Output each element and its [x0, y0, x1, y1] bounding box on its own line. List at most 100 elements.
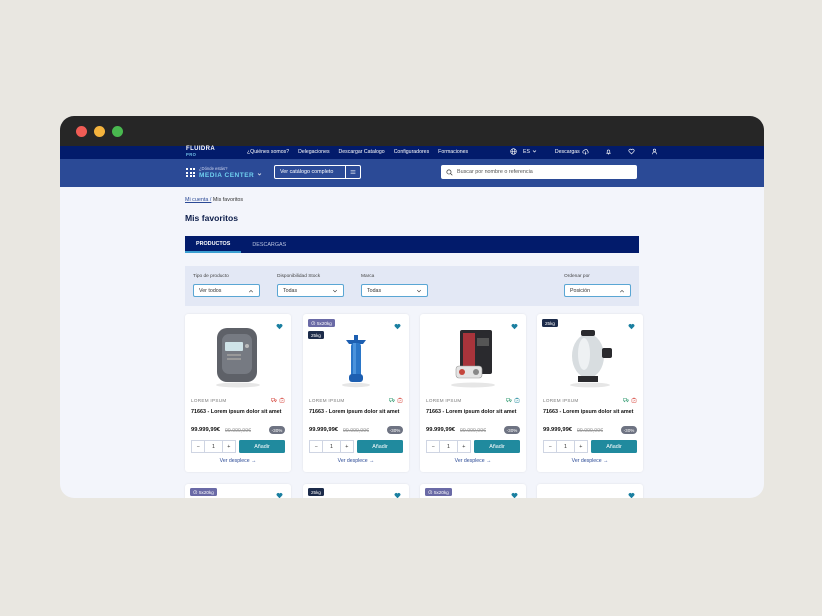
product-type-select[interactable]: Ver todos [193, 284, 260, 297]
store-icon [279, 397, 285, 403]
bell-icon[interactable] [605, 148, 612, 155]
add-to-cart-button[interactable]: Añadir [239, 440, 285, 453]
brand-select[interactable]: Todas [361, 284, 428, 297]
product-name[interactable]: 71663 - Lorem ipsum dolor sit amet [191, 408, 285, 416]
pack-badge: 5x20kg [190, 488, 217, 496]
favorite-heart-icon[interactable] [511, 323, 518, 330]
view-more-link[interactable]: Ver desplece → [420, 458, 526, 464]
nav-link-delegations[interactable]: Delegaciones [298, 149, 329, 155]
product-price: 99.999,99€ [543, 427, 573, 433]
product-name[interactable]: 71663 - Lorem ipsum dolor sit amet [426, 408, 520, 416]
product-name[interactable]: 71663 - Lorem ipsum dolor sit amet [309, 408, 403, 416]
filter-sort: Ordenar por Posición [564, 274, 631, 297]
favorite-heart-icon[interactable] [511, 492, 518, 498]
menu-icon[interactable] [345, 166, 360, 178]
availability-icons [389, 397, 403, 403]
product-name[interactable]: 71663 - Lorem ipsum dolor sit amet [543, 408, 637, 416]
decrease-button[interactable]: − [427, 441, 439, 452]
cloud-download-icon[interactable] [582, 148, 589, 155]
product-brand: LOREM IPSUM [543, 398, 579, 403]
chevron-down-icon [532, 150, 537, 153]
favorite-heart-icon[interactable] [276, 323, 283, 330]
availability-icons [506, 397, 520, 403]
nav-link-trainings[interactable]: Formaciones [438, 149, 468, 155]
nav-link-about[interactable]: ¿Quiénes somos? [247, 149, 289, 155]
truck-icon [506, 398, 512, 403]
heart-icon[interactable] [628, 148, 635, 155]
favorite-heart-icon[interactable] [394, 492, 401, 498]
add-to-cart-button[interactable]: Añadir [591, 440, 637, 453]
increase-button[interactable]: + [575, 441, 587, 452]
filters-panel: Tipo de producto Ver todos Disponibilida… [185, 266, 639, 306]
decrease-button[interactable]: − [192, 441, 204, 452]
fluidra-logo[interactable]: FLUIDRA PRO [186, 146, 215, 157]
view-catalog-button[interactable]: Ver catálogo completo [274, 165, 361, 179]
store-icon [631, 397, 637, 403]
stock-select[interactable]: Todas [277, 284, 344, 297]
search-input[interactable] [457, 169, 627, 175]
truck-icon [623, 398, 629, 403]
top-navigation: FLUIDRA PRO ¿Quiénes somos? Delegaciones… [60, 146, 764, 159]
quantity-value[interactable]: 1 [322, 441, 341, 452]
product-old-price: 99.999,99€ [577, 428, 603, 434]
clock-icon [311, 321, 316, 325]
product-price: 99.999,99€ [426, 427, 456, 433]
nav-link-download-catalog[interactable]: Descargar Catalogo [339, 149, 385, 155]
language-selector[interactable]: ES [523, 149, 530, 155]
section-name: MEDIA CENTER [199, 172, 262, 179]
tab-downloads[interactable]: DESCARGAS [241, 236, 297, 253]
weight-badge: 25kg [308, 488, 324, 496]
user-icon[interactable] [651, 148, 658, 155]
product-brand: LOREM IPSUM [426, 398, 462, 403]
search-box [441, 165, 637, 179]
favorite-heart-icon[interactable] [394, 323, 401, 330]
increase-button[interactable]: + [223, 441, 235, 452]
weight-badge: 25kg [308, 331, 324, 339]
product-price: 99.999,99€ [309, 427, 339, 433]
product-old-price: 99.999,99€ [343, 428, 369, 434]
filter-stock: Disponibilidad Stock Todas [277, 274, 344, 297]
quantity-value[interactable]: 1 [439, 441, 458, 452]
quantity-value[interactable]: 1 [204, 441, 223, 452]
globe-icon[interactable] [510, 148, 517, 155]
increase-button[interactable]: + [341, 441, 353, 452]
filter-label: Ordenar por [564, 274, 590, 279]
filter-label: Marca [361, 274, 375, 279]
tab-products[interactable]: PRODUCTOS [185, 236, 242, 253]
search-icon[interactable] [446, 168, 453, 176]
apps-grid-icon[interactable] [186, 168, 195, 177]
quantity-stepper: − 1 + [191, 440, 236, 453]
decrease-button[interactable]: − [544, 441, 556, 452]
sort-select[interactable]: Posición [564, 284, 631, 297]
product-brand: LOREM IPSUM [191, 398, 227, 403]
top-right-actions: ES Descargas [510, 148, 658, 155]
quantity-value[interactable]: 1 [556, 441, 575, 452]
minimize-window-button[interactable] [94, 126, 105, 137]
view-more-link[interactable]: Ver desplece → [185, 458, 291, 464]
discount-badge: -30% [269, 426, 285, 434]
product-old-price: 99.999,99€ [460, 428, 486, 434]
nav-link-configurators[interactable]: Configuradores [394, 149, 429, 155]
filter-label: Disponibilidad Stock [277, 274, 321, 279]
favorite-heart-icon[interactable] [628, 492, 635, 498]
add-to-cart-button[interactable]: Añadir [474, 440, 520, 453]
view-more-link[interactable]: Ver desplece → [537, 458, 643, 464]
favorite-heart-icon[interactable] [276, 492, 283, 498]
favorite-heart-icon[interactable] [628, 323, 635, 330]
pack-badge: 5x20kg [308, 319, 335, 327]
chevron-down-icon [416, 289, 422, 292]
product-card: 25kg [303, 484, 409, 498]
close-window-button[interactable] [76, 126, 87, 137]
logo-subtext: PRO [186, 152, 197, 157]
downloads-link[interactable]: Descargas [555, 149, 580, 155]
breadcrumb: Mi cuenta / Mis favoritos [185, 197, 243, 203]
increase-button[interactable]: + [458, 441, 470, 452]
view-more-link[interactable]: Ver desplece → [303, 458, 409, 464]
maximize-window-button[interactable] [112, 126, 123, 137]
clock-icon [193, 490, 198, 494]
site-selector[interactable]: ¿Dónde estás? MEDIA CENTER [199, 166, 262, 179]
add-to-cart-button[interactable]: Añadir [357, 440, 403, 453]
decrease-button[interactable]: − [310, 441, 322, 452]
breadcrumb-my-account[interactable]: Mi cuenta / [185, 197, 211, 203]
browser-window: FLUIDRA PRO ¿Quiénes somos? Delegaciones… [60, 116, 764, 498]
